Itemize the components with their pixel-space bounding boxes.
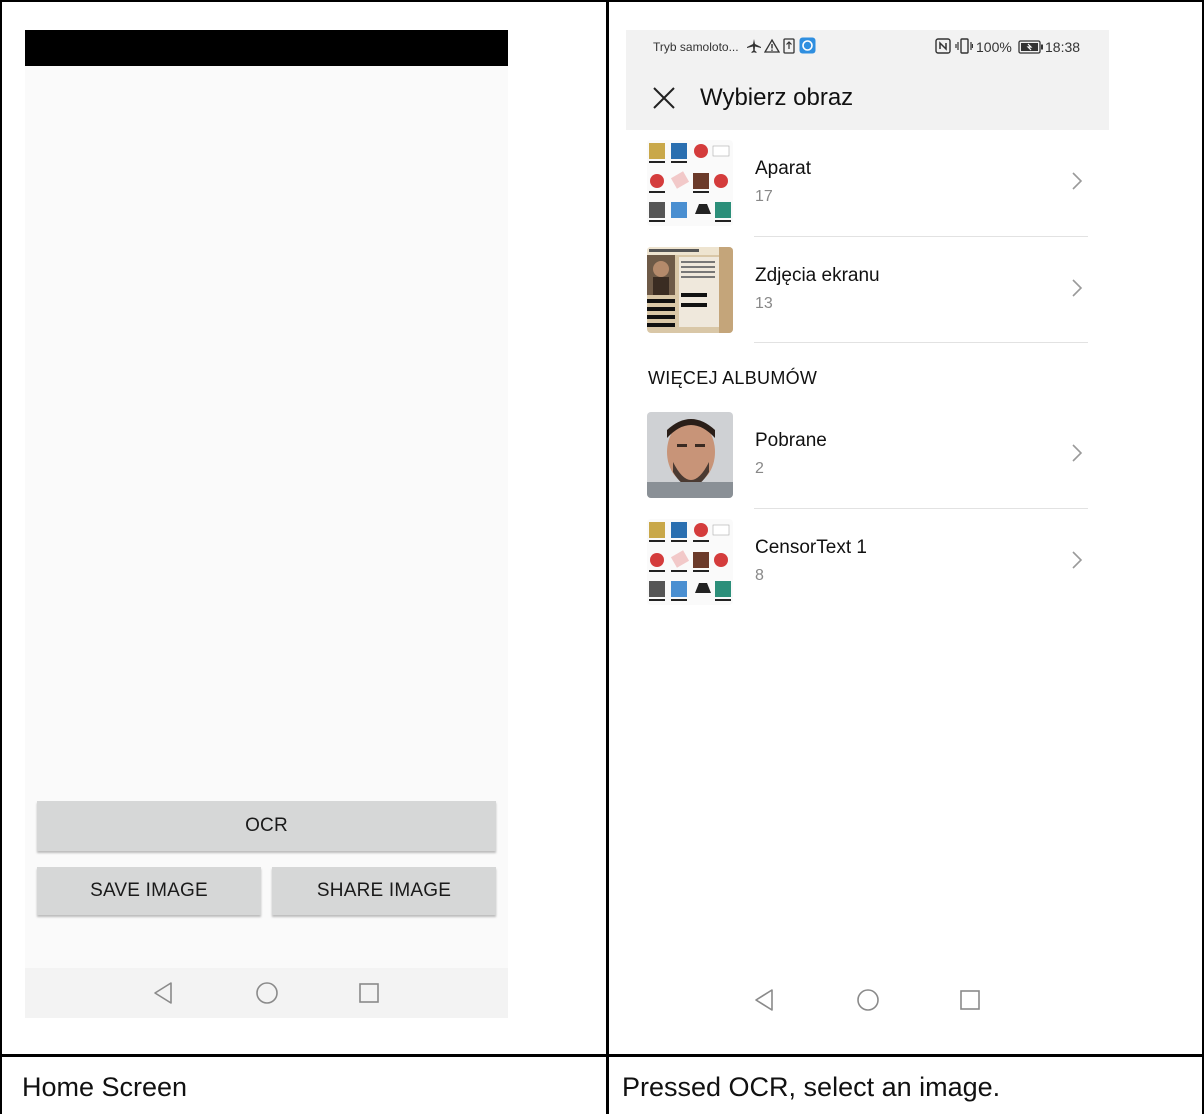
vibrate-icon <box>955 38 974 57</box>
back-triangle-icon[interactable] <box>744 975 784 1025</box>
album-name: CensorText 1 <box>755 537 867 558</box>
album-count: 17 <box>755 188 773 205</box>
home-circle-icon[interactable] <box>247 968 287 1018</box>
status-time: 18:38 <box>1045 39 1081 55</box>
album-thumbnail <box>647 247 733 333</box>
album-count: 13 <box>755 295 773 312</box>
caption-home-screen: Home Screen <box>22 1072 188 1102</box>
picker-header: Wybierz obraz <box>626 66 1109 130</box>
album-row-aparat[interactable]: Aparat 17 <box>626 130 1109 236</box>
chevron-right-icon <box>1070 549 1084 571</box>
navigation-bar <box>25 968 508 1018</box>
album-thumbnail <box>647 412 733 498</box>
status-bar <box>25 30 508 66</box>
page-title: Wybierz obraz <box>700 84 854 111</box>
album-name: Pobrane <box>755 430 827 451</box>
more-albums-heading: WIĘCEJ ALBUMÓW <box>648 368 818 388</box>
comparison-table: OCR SAVE IMAGE SHARE IMAGE Tryb samoloto… <box>0 0 1204 1114</box>
album-row-censortext-1[interactable]: CensorText 1 8 <box>626 509 1109 615</box>
back-triangle-icon[interactable] <box>143 968 183 1018</box>
caption-select-image: Pressed OCR, select an image. <box>622 1072 1001 1102</box>
chevron-right-icon <box>1070 170 1084 192</box>
table-border-left <box>0 0 2 1114</box>
album-thumbnail <box>647 140 733 226</box>
album-count: 2 <box>755 460 764 477</box>
status-mode-text: Tryb samoloto... <box>653 40 739 54</box>
airplane-icon <box>746 38 762 57</box>
album-thumbnail <box>647 519 733 605</box>
image-picker-screen: Tryb samoloto... 100% 18:38 Wybierz obra… <box>626 30 1109 1025</box>
share-image-button[interactable]: SHARE IMAGE <box>272 867 496 915</box>
home-screen: OCR SAVE IMAGE SHARE IMAGE <box>25 30 508 1018</box>
warning-icon <box>763 38 781 57</box>
battery-icon <box>1018 40 1044 57</box>
recents-square-icon[interactable] <box>950 975 990 1025</box>
table-border-top <box>0 0 1204 2</box>
album-name: Zdjęcia ekranu <box>755 265 880 286</box>
chevron-right-icon <box>1070 277 1084 299</box>
status-bar: Tryb samoloto... 100% 18:38 <box>626 30 1109 66</box>
navigation-bar <box>626 975 1109 1025</box>
app-notification-icon <box>799 37 816 57</box>
battery-percent: 100% <box>976 39 1012 55</box>
table-divider-vertical <box>606 0 609 1114</box>
save-image-button[interactable]: SAVE IMAGE <box>37 867 261 915</box>
sim-icon <box>783 38 795 57</box>
recents-square-icon[interactable] <box>349 968 389 1018</box>
ocr-button[interactable]: OCR <box>37 801 496 851</box>
album-row-zdjecia-ekranu[interactable]: Zdjęcia ekranu 13 <box>626 237 1109 343</box>
table-divider-horizontal <box>0 1054 1204 1057</box>
album-row-pobrane[interactable]: Pobrane 2 <box>626 402 1109 508</box>
chevron-right-icon <box>1070 442 1084 464</box>
album-name: Aparat <box>755 158 811 179</box>
home-circle-icon[interactable] <box>848 975 888 1025</box>
album-count: 8 <box>755 567 764 584</box>
divider <box>754 342 1088 343</box>
nfc-icon <box>935 38 951 57</box>
close-icon[interactable] <box>652 86 676 110</box>
